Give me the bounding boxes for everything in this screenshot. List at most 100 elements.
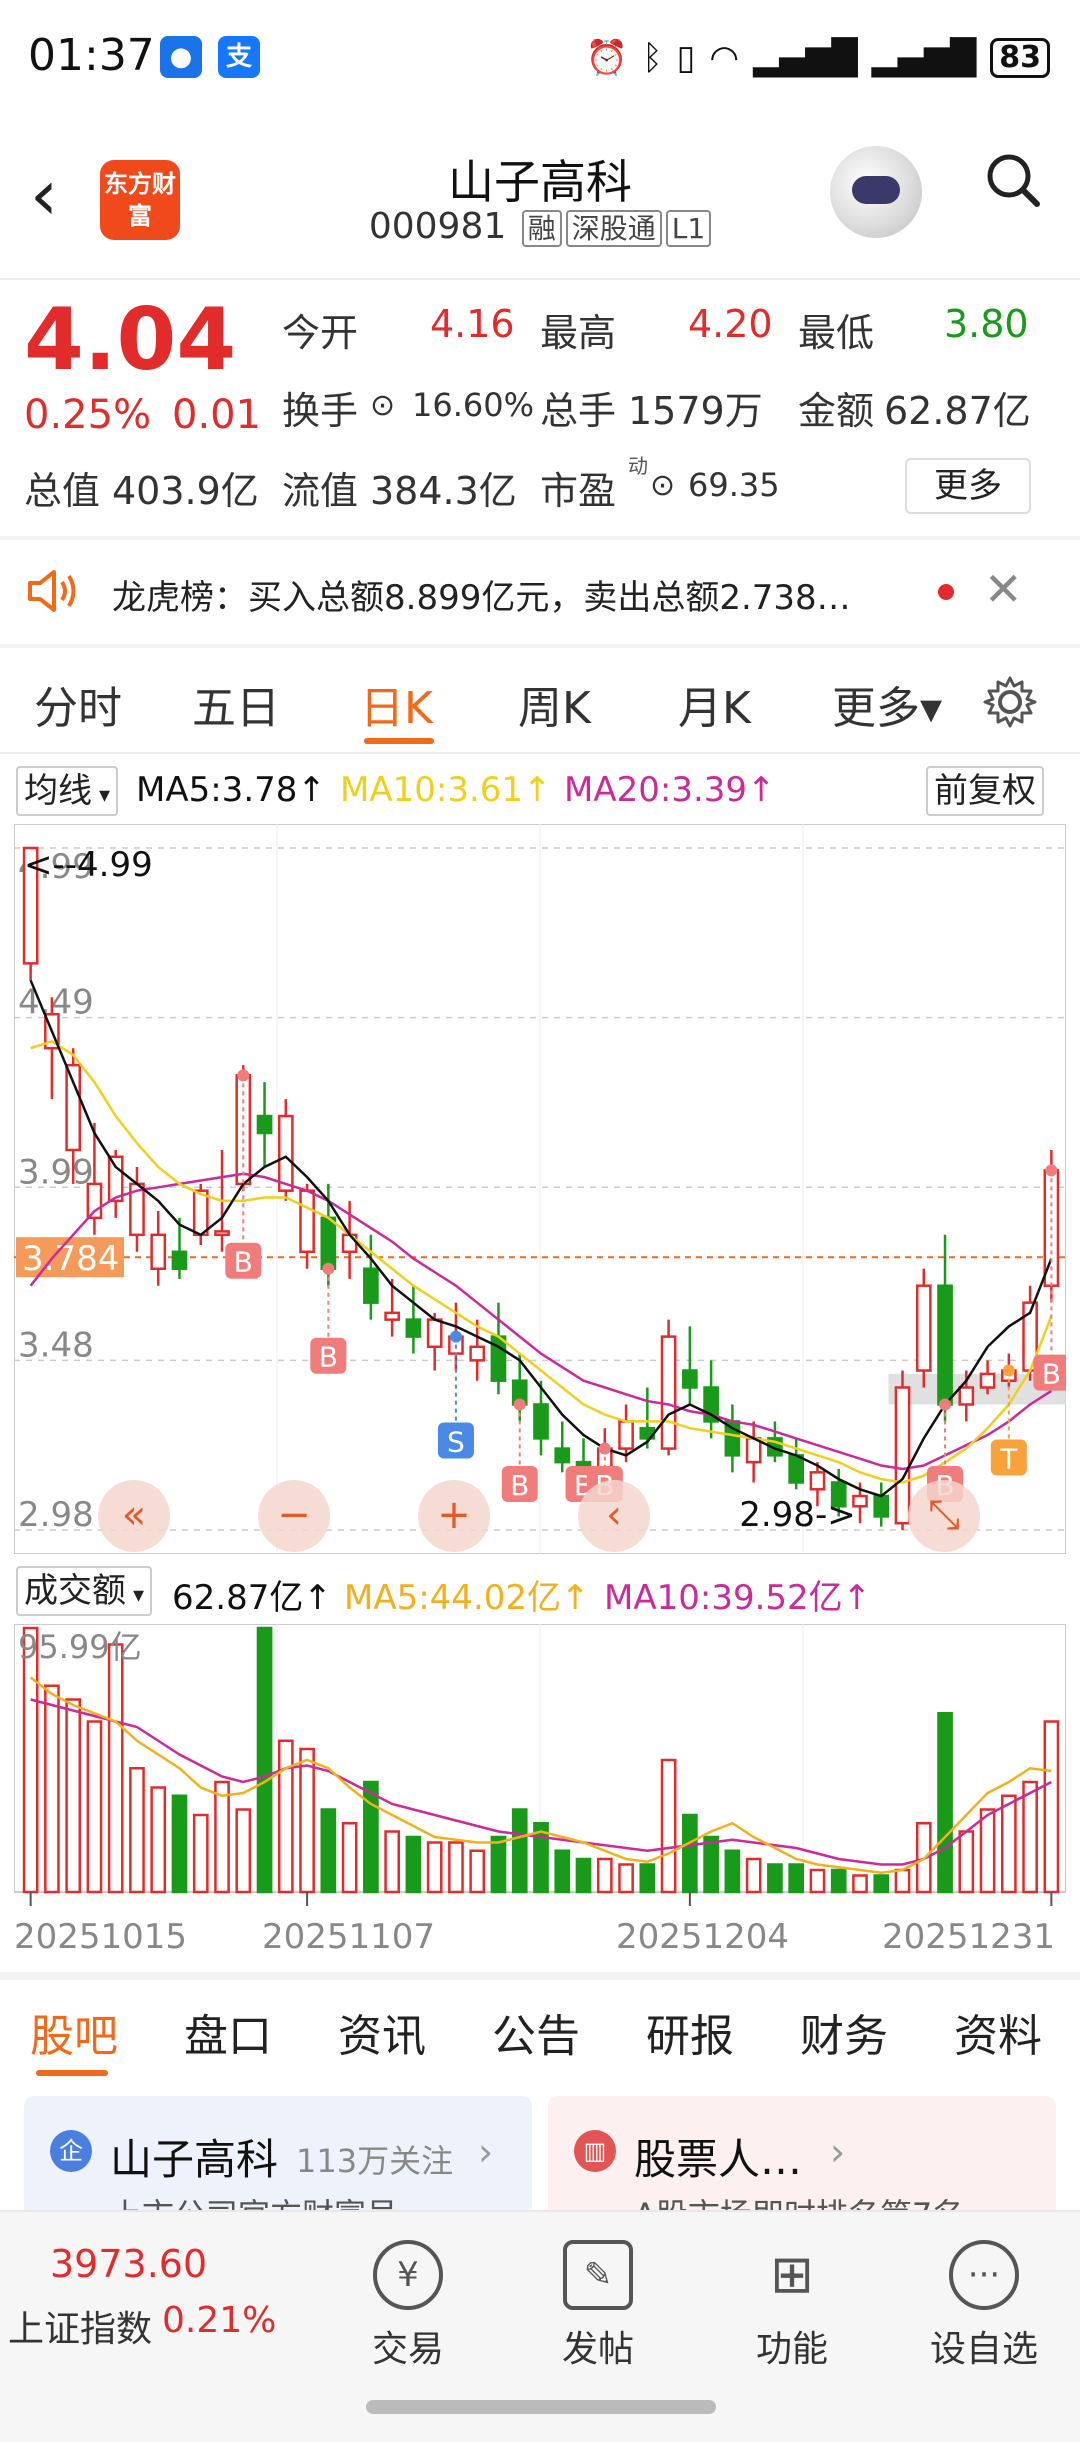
nav-post[interactable]: ✎ 发帖: [528, 2240, 668, 2372]
card-title: 股票人…: [634, 2135, 803, 2184]
candle-body: [363, 1267, 379, 1304]
tab-research[interactable]: 研报: [646, 2000, 734, 2064]
tab-news[interactable]: 资讯: [338, 2000, 426, 2064]
tab-orderbook[interactable]: 盘口: [184, 2000, 272, 2064]
tab-more[interactable]: 更多▾: [832, 672, 942, 736]
nav-watchlist[interactable]: ··· 设自选: [914, 2240, 1054, 2372]
yen-icon: ¥: [373, 2240, 443, 2310]
tab-announcements[interactable]: 公告: [492, 2000, 580, 2064]
zoom-out-icon[interactable]: −: [258, 1480, 330, 1552]
battery-icon: 83: [990, 38, 1050, 78]
candle-body: [405, 1318, 422, 1338]
nav-trade[interactable]: ¥ 交易: [338, 2240, 478, 2372]
volume-bar: [22, 1626, 39, 1894]
volume-label: 总手: [540, 389, 617, 433]
more-dots-icon: ···: [949, 2240, 1019, 2310]
candle-body: [107, 1155, 124, 1203]
volume-bar: [1043, 1720, 1060, 1894]
search-icon[interactable]: [985, 152, 1041, 208]
candle-body: [979, 1372, 996, 1389]
amount-value: 62.87亿: [884, 389, 1031, 433]
bluetooth-icon: ᛒ: [642, 38, 663, 78]
volume-bar: [745, 1857, 762, 1894]
more-button[interactable]: 更多: [905, 458, 1031, 514]
scroll-left-icon[interactable]: «: [98, 1480, 170, 1552]
divider: [0, 752, 1080, 754]
index-name[interactable]: 上证指数: [8, 2300, 152, 2352]
volume-bar: [44, 1684, 60, 1894]
close-icon[interactable]: ✕: [984, 562, 1023, 616]
candlestick-chart[interactable]: 4.994.493.993.482.983.784BBSBBBBTB<--4.9…: [14, 824, 1066, 1554]
ranking-card[interactable]: ▥ 股票人… › A股市场即时排名第7名: [548, 2096, 1056, 2216]
volume-bar: [448, 1841, 464, 1894]
volume-indicator-selector[interactable]: 成交额 ▾: [16, 1566, 153, 1616]
tab-finance[interactable]: 财务: [800, 2000, 888, 2064]
wifi-icon: ◠: [709, 38, 740, 78]
vibrate-icon: ▯: [676, 38, 696, 78]
notice-banner[interactable]: 龙虎榜：买入总额8.899亿元，卖出总额2.738…: [0, 540, 1080, 644]
volume-bar: [618, 1863, 634, 1894]
pe-value: 69.35: [688, 466, 780, 504]
volume-bar: [363, 1780, 379, 1894]
volume-bar: [107, 1643, 124, 1894]
volume-bar: [937, 1712, 953, 1894]
candle-body: [894, 1386, 911, 1525]
expand-icon[interactable]: ⤡: [908, 1480, 980, 1552]
svg-text:−: −: [277, 1492, 311, 1538]
bar-chart-icon: ▥: [574, 2130, 616, 2172]
candle-body: [533, 1403, 549, 1440]
volume-bar: [809, 1868, 826, 1894]
volume-ma10: MA10:39.52亿↑: [604, 1578, 872, 1618]
assistant-avatar[interactable]: [830, 146, 922, 238]
tab-daily-k[interactable]: 日K: [360, 672, 433, 736]
tag-margin: 融: [521, 210, 562, 247]
adjust-button[interactable]: 前复权: [926, 766, 1044, 816]
info-icon[interactable]: ⊙: [370, 388, 395, 423]
volume-ma5: MA5:44.02亿↑: [344, 1578, 590, 1618]
speaker-icon: [28, 570, 76, 612]
volume-bar: [1022, 1780, 1038, 1894]
step-back-icon[interactable]: ‹: [578, 1480, 650, 1552]
tab-forum[interactable]: 股吧: [30, 2000, 118, 2064]
tab-intraday[interactable]: 分时: [34, 672, 122, 736]
index-change[interactable]: 0.21%: [162, 2300, 276, 2341]
signal2-icon: ▂▄▆█: [871, 38, 977, 78]
tab-profile[interactable]: 资料: [954, 2000, 1042, 2064]
marker-label: B: [1042, 1358, 1061, 1391]
volume-bar: [660, 1758, 677, 1894]
stock-code-line: 000981 融深股通 L1: [0, 206, 1080, 247]
divider: [0, 1972, 1080, 1980]
change-percent: 0.25%: [24, 392, 152, 438]
candle-body: [192, 1189, 209, 1237]
candle-body: [256, 1114, 273, 1135]
total-cap-value: 403.9亿: [112, 469, 259, 513]
marker-dot: [939, 1398, 952, 1411]
index-value[interactable]: 3973.60: [50, 2242, 207, 2286]
volume-bar: [256, 1626, 273, 1894]
volume-bar: [214, 1780, 230, 1894]
alarm-icon: ⏰: [585, 38, 629, 78]
tab-weekly-k[interactable]: 周K: [518, 672, 591, 736]
volume-max-label: 95.99亿: [18, 1628, 142, 1666]
ma20-label: MA20:3.39↑: [564, 770, 776, 810]
period-tabs: 分时 五日 日K 周K 月K 更多▾: [0, 650, 1080, 750]
pe-info-icon[interactable]: ⊙: [650, 468, 675, 503]
last-price: 4.04: [24, 290, 237, 390]
company-card[interactable]: 企 山子高科 113万关注 › 上市公司官方财富号: [24, 2096, 532, 2216]
volume-chart[interactable]: 95.99亿 20251015 20251107 20251204 20251231: [14, 1624, 1066, 1964]
marker-dot: [322, 1262, 335, 1275]
nav-functions[interactable]: ⊞ 功能: [722, 2240, 862, 2372]
volume-bar: [469, 1849, 486, 1894]
volume-bar: [703, 1835, 719, 1894]
indicator-selector[interactable]: 均线 ▾: [16, 766, 119, 816]
gear-icon[interactable]: [982, 674, 1038, 730]
volume-bar: [299, 1747, 315, 1894]
tab-monthly-k[interactable]: 月K: [678, 672, 751, 736]
card-followers: 113万关注: [296, 2142, 454, 2180]
marker-label: B: [510, 1469, 529, 1502]
open-label: 今开: [282, 311, 359, 355]
tab-five-day[interactable]: 五日: [192, 672, 280, 736]
zoom-in-icon[interactable]: +: [418, 1480, 490, 1552]
tag-level: L1: [665, 210, 712, 247]
stock-header: ‹ 东方财富 山子高科 000981 融深股通 L1: [0, 130, 1080, 270]
